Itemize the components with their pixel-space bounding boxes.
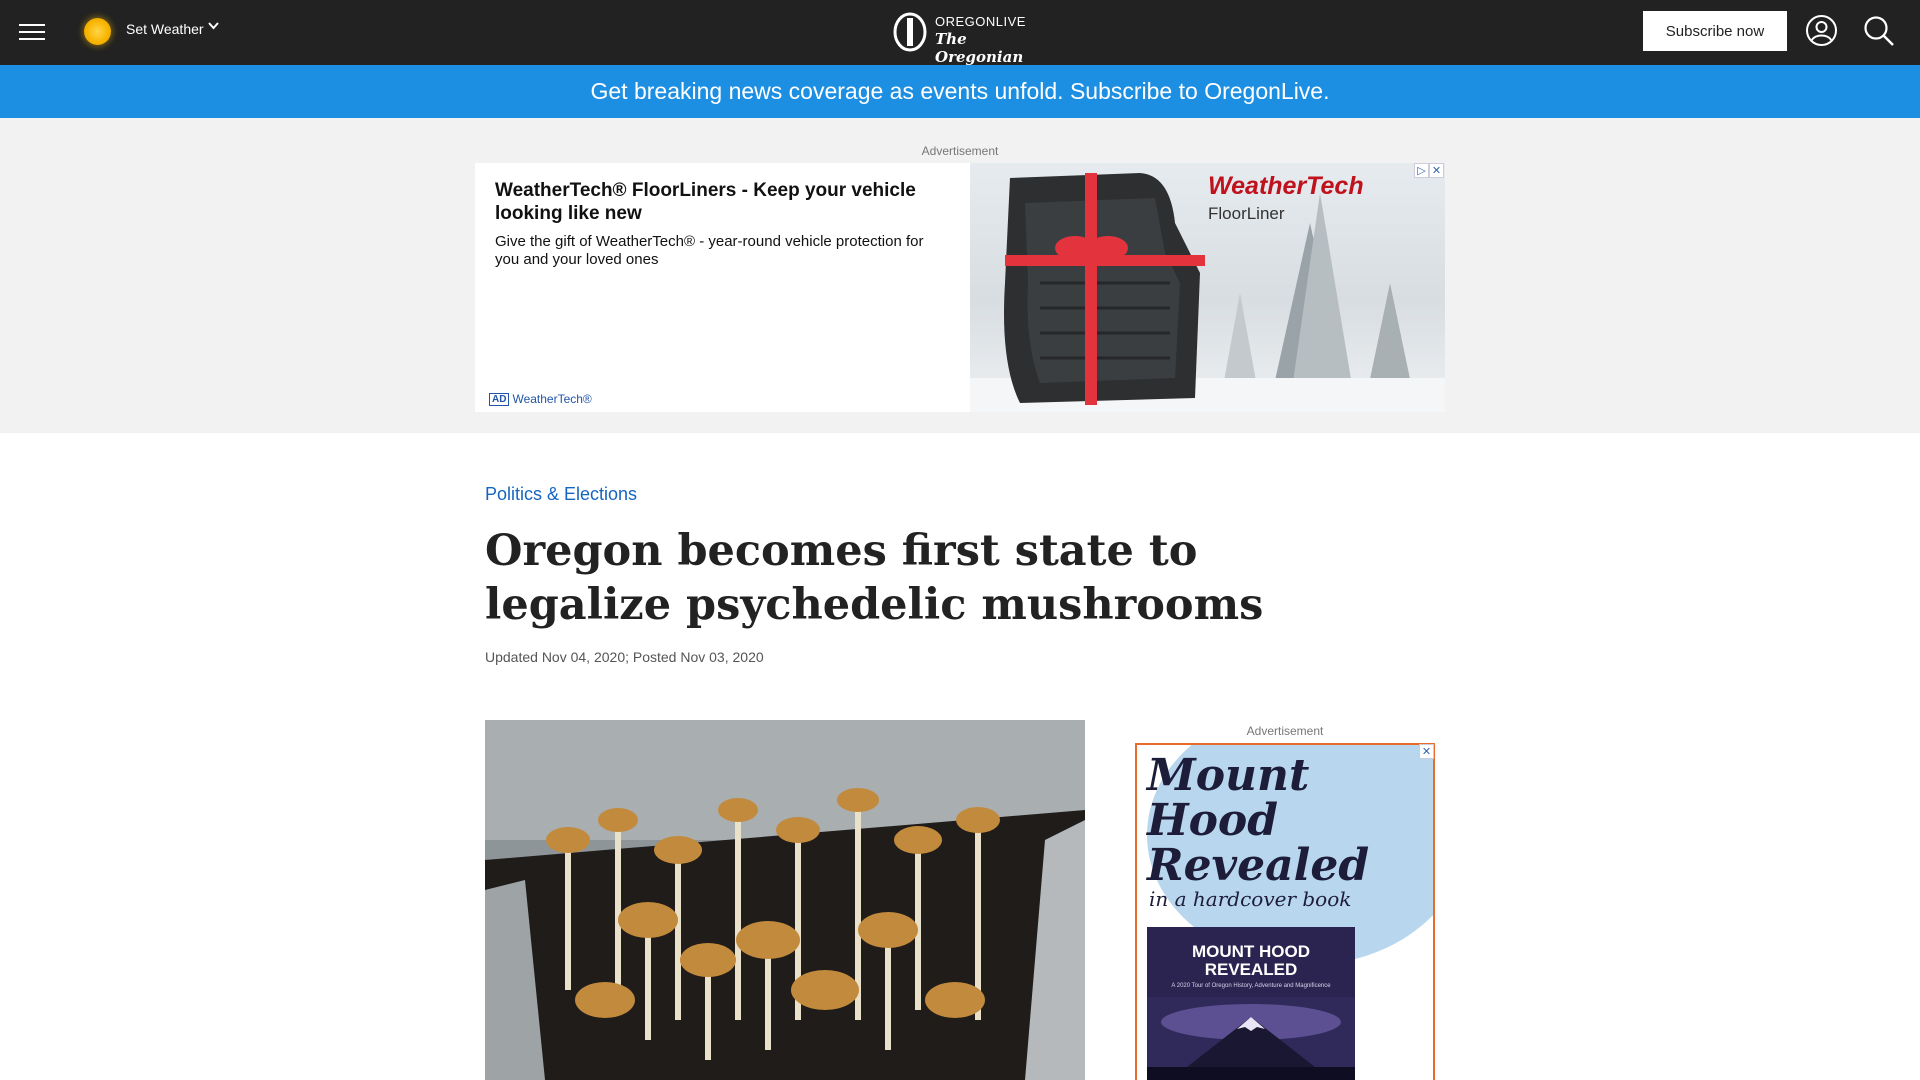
advertisement-label-side: Advertisement bbox=[1246, 724, 1324, 738]
ad-headline[interactable]: WeatherTech® FloorLiners - Keep your veh… bbox=[495, 179, 955, 225]
advertisement-label: Advertisement bbox=[921, 144, 999, 158]
mushrooms-image bbox=[485, 720, 1085, 1080]
user-account-icon[interactable] bbox=[1805, 14, 1838, 47]
article-dates: Updated Nov 04, 2020; Posted Nov 03, 202… bbox=[485, 649, 764, 665]
ad-book-headline: Mount Hood Revealed bbox=[1147, 750, 1370, 891]
ad-choices-icon[interactable]: ▷ bbox=[1414, 163, 1429, 178]
book-cover[interactable]: MOUNT HOOD REVEALED A 2020 Tour of Orego… bbox=[1147, 927, 1355, 1080]
site-header: Set Weather OREGONLIVE The Oregonian Sub… bbox=[0, 0, 1920, 66]
mount-hood-book-ad[interactable]: Mount Hood Revealed in a hardcover book … bbox=[1135, 743, 1435, 1080]
section-link[interactable]: Politics & Elections bbox=[485, 484, 637, 505]
article-title: Oregon becomes first state to legalize p… bbox=[485, 526, 1264, 630]
book-cover-mountain-image bbox=[1147, 997, 1355, 1080]
ad-sponsor[interactable]: AD WeatherTech® bbox=[489, 392, 592, 406]
article-photo[interactable] bbox=[485, 720, 1085, 1080]
menu-icon[interactable] bbox=[19, 24, 45, 42]
subscribe-button[interactable]: Subscribe now bbox=[1643, 11, 1787, 51]
sun-weather-icon[interactable] bbox=[84, 18, 111, 45]
chevron-down-icon[interactable] bbox=[207, 19, 220, 32]
set-weather-link[interactable]: Set Weather bbox=[126, 21, 204, 37]
book-cover-subtitle: A 2020 Tour of Oregon History, Adventure… bbox=[1171, 983, 1331, 989]
ad-sponsor-name[interactable]: WeatherTech® bbox=[512, 392, 591, 406]
logo-text-the-oregonian: The Oregonian bbox=[935, 30, 1024, 66]
oregonian-logo-icon bbox=[893, 12, 927, 52]
ad-text-panel[interactable]: WeatherTech® FloorLiners - Keep your veh… bbox=[475, 163, 969, 412]
logo-text-oregonlive: OREGONLIVE bbox=[935, 14, 1026, 29]
ad-brand-sub: FloorLiner bbox=[1208, 204, 1285, 223]
subscription-banner[interactable]: Get breaking news coverage as events unf… bbox=[0, 65, 1920, 118]
ad-brand-logo: WeatherTech bbox=[1208, 172, 1364, 200]
ad-badge: AD bbox=[489, 392, 510, 406]
search-icon[interactable] bbox=[1862, 14, 1896, 48]
ad-controls: ▷ ✕ bbox=[1414, 163, 1444, 178]
ad-close-icon[interactable]: ✕ bbox=[1429, 163, 1444, 178]
ad-description: Give the gift of WeatherTech® - year-rou… bbox=[495, 233, 924, 268]
ad-close-icon-side[interactable]: ✕ bbox=[1419, 744, 1434, 759]
site-logo[interactable]: OREGONLIVE The Oregonian bbox=[893, 12, 1028, 66]
ad-book-subtitle: in a hardcover book bbox=[1149, 887, 1352, 911]
book-cover-title: MOUNT HOOD REVEALED bbox=[1191, 942, 1311, 979]
